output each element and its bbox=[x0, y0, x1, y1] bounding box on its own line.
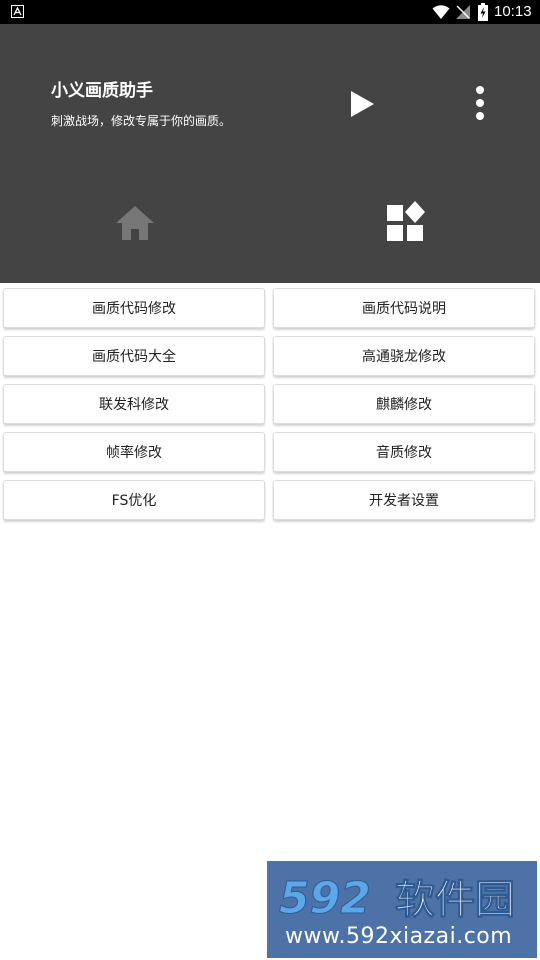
grid-button-fs-optimize[interactable]: FS优化 bbox=[3, 480, 265, 520]
wifi-icon bbox=[432, 5, 450, 19]
more-vert-icon bbox=[476, 86, 484, 120]
grid-button-kirin-modify[interactable]: 麒麟修改 bbox=[273, 384, 535, 424]
app-header: 小义画质助手 刺激战场，修改专属于你的画质。 bbox=[0, 24, 540, 283]
grid-button-framerate-modify[interactable]: 帧率修改 bbox=[3, 432, 265, 472]
grid-button-snapdragon-modify[interactable]: 高通骁龙修改 bbox=[273, 336, 535, 376]
apps-icon bbox=[387, 201, 425, 241]
status-bar: 10:13 bbox=[0, 0, 540, 24]
play-button[interactable] bbox=[344, 84, 380, 124]
grid-button-audio-modify[interactable]: 音质修改 bbox=[273, 432, 535, 472]
more-options-button[interactable] bbox=[468, 82, 492, 126]
notification-app-icon bbox=[11, 5, 24, 18]
app-subtitle: 刺激战场，修改专属于你的画质。 bbox=[51, 114, 232, 128]
site-watermark: 592 软件园 www.592xiazai.com bbox=[267, 861, 537, 958]
grid-button-quality-code-explain[interactable]: 画质代码说明 bbox=[273, 288, 535, 328]
tab-home[interactable] bbox=[105, 192, 165, 252]
battery-charging-icon bbox=[478, 3, 488, 21]
play-icon bbox=[351, 91, 374, 117]
grid-button-developer-settings[interactable]: 开发者设置 bbox=[273, 480, 535, 520]
watermark-number: 592 bbox=[279, 873, 371, 921]
tab-apps[interactable] bbox=[375, 192, 435, 252]
app-title: 小义画质助手 bbox=[51, 81, 153, 101]
status-time: 10:13 bbox=[494, 3, 532, 20]
watermark-brand: 软件园 bbox=[395, 877, 515, 921]
home-icon bbox=[116, 206, 154, 240]
watermark-logo: 592 软件园 bbox=[279, 873, 516, 922]
grid-button-quality-code-modify[interactable]: 画质代码修改 bbox=[3, 288, 265, 328]
grid-button-mediatek-modify[interactable]: 联发科修改 bbox=[3, 384, 265, 424]
watermark-url: www.592xiazai.com bbox=[285, 924, 513, 949]
grid-button-quality-code-collection[interactable]: 画质代码大全 bbox=[3, 336, 265, 376]
signal-icon bbox=[456, 5, 470, 19]
